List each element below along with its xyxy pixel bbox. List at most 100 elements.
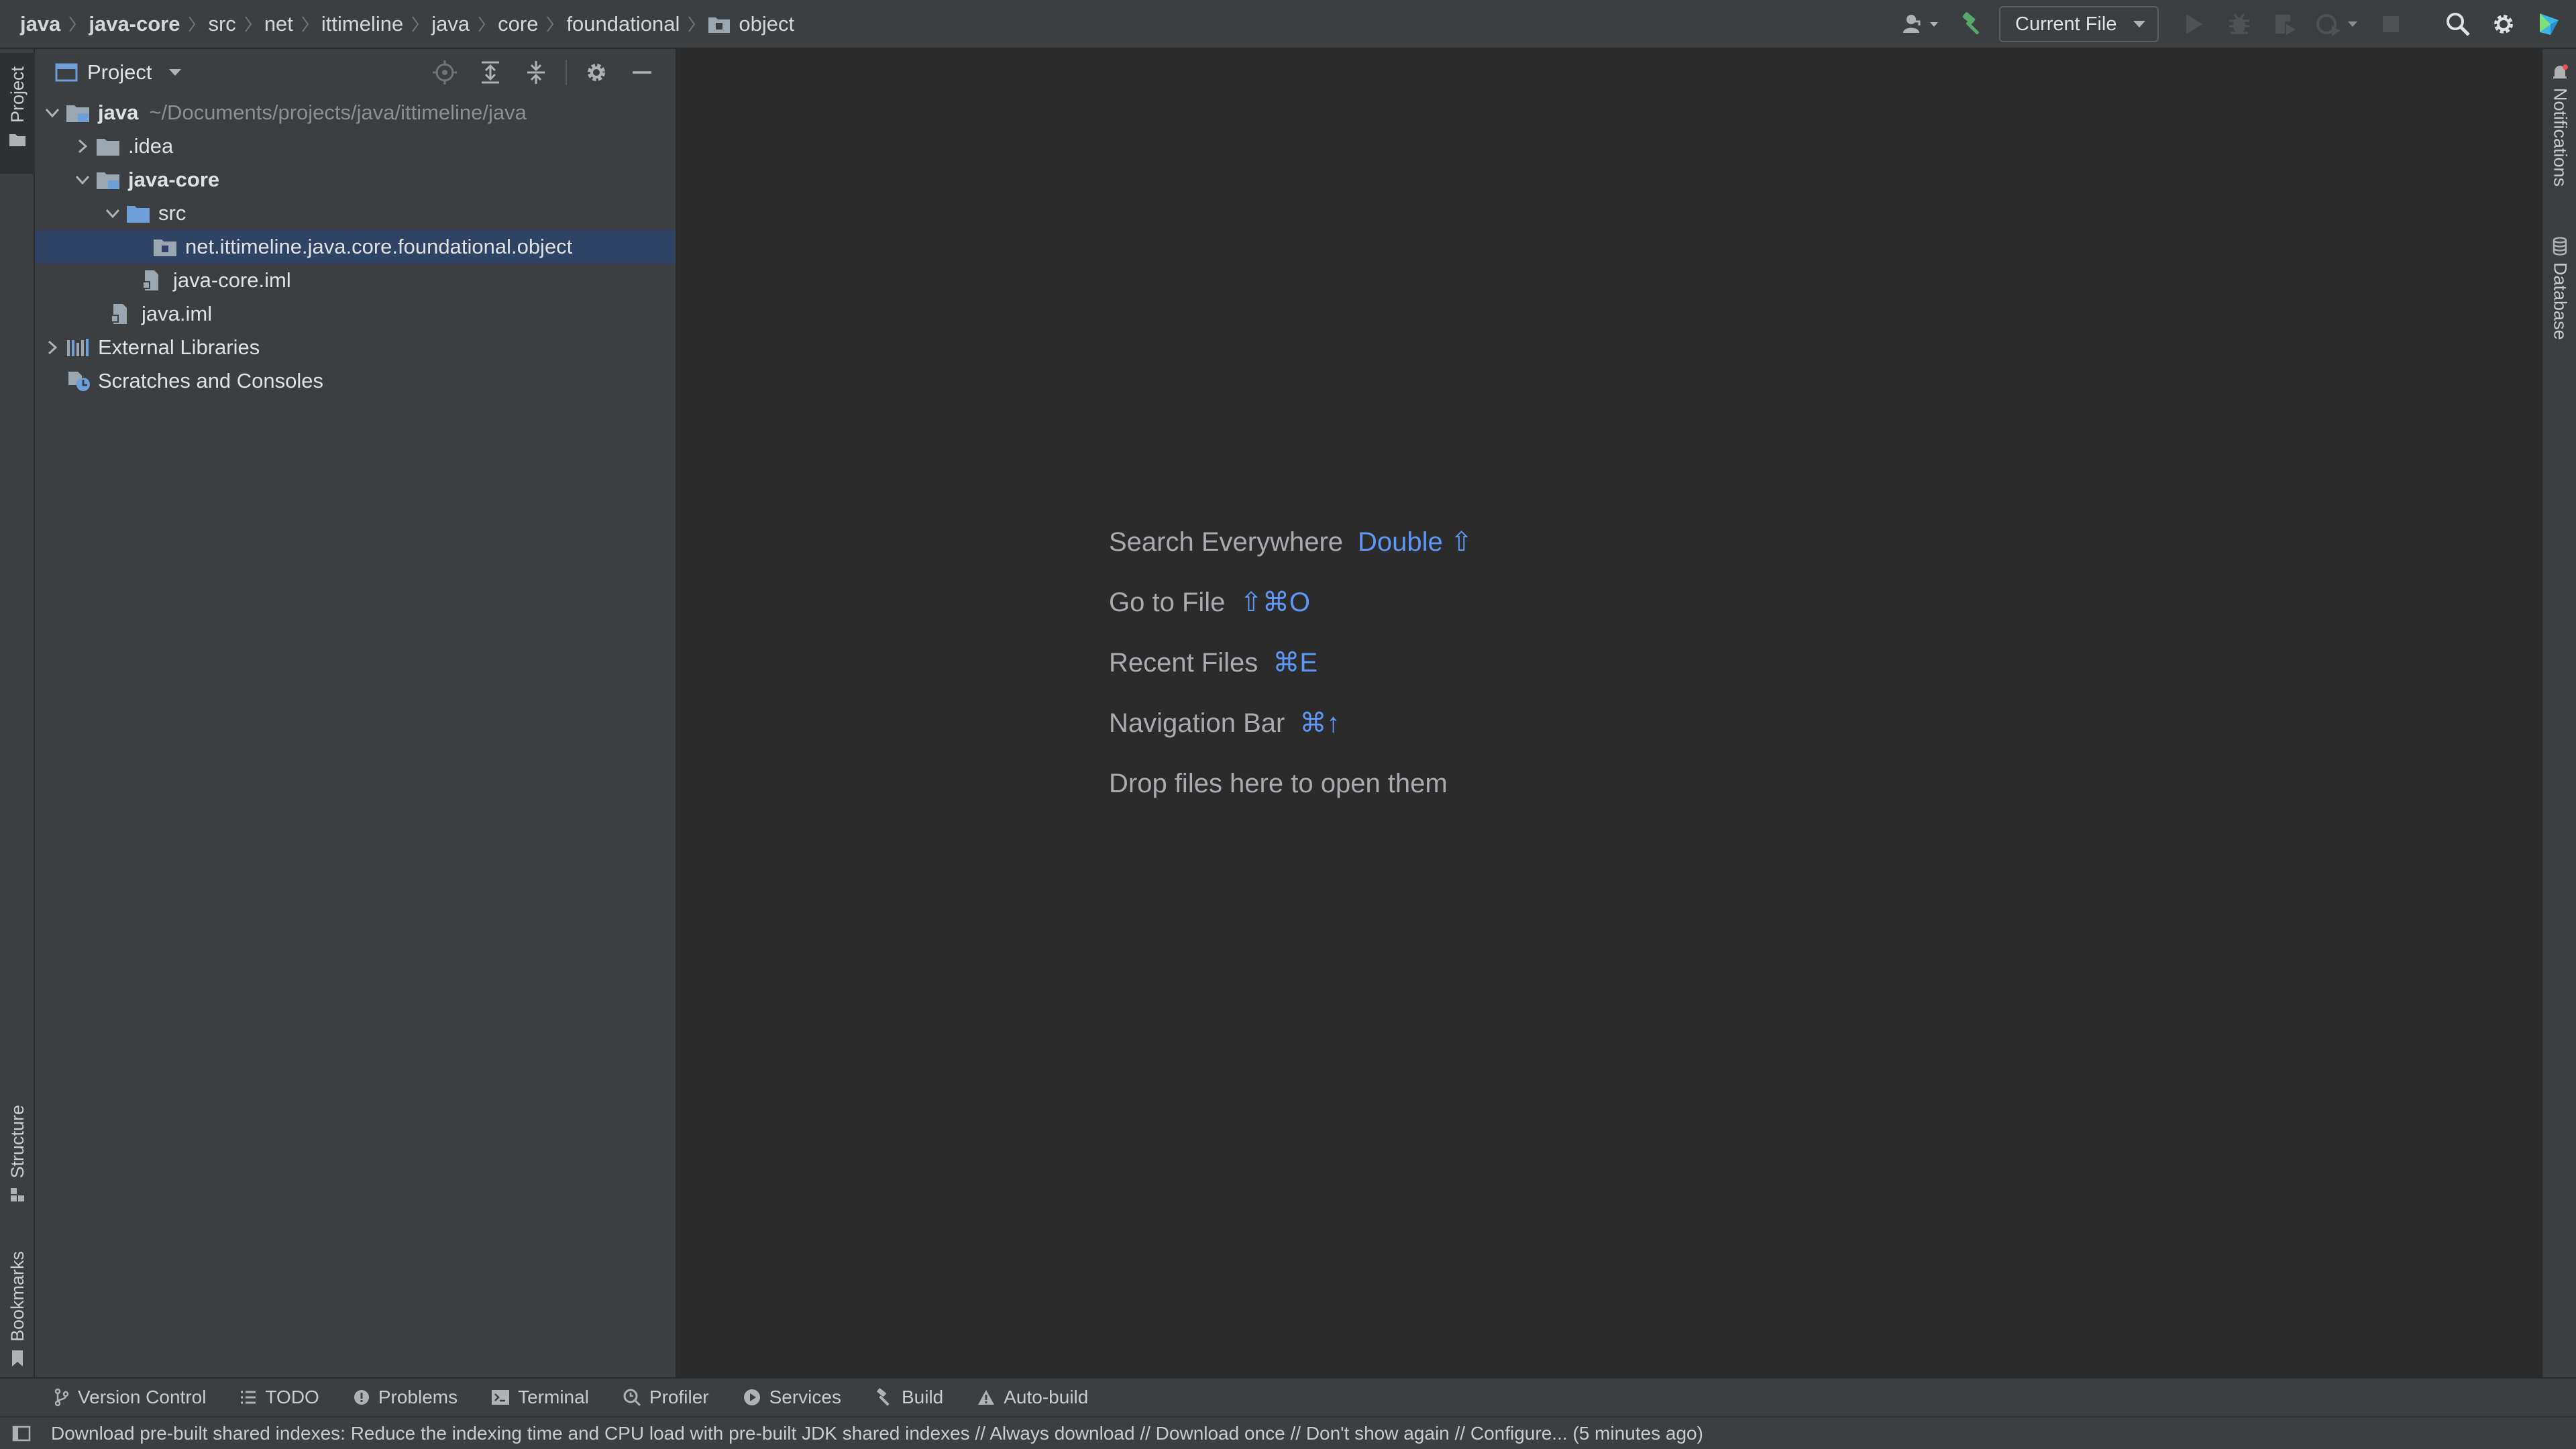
locate-icon[interactable] (427, 55, 463, 90)
tool-tab-database[interactable]: Database (2542, 237, 2576, 371)
chevron-right-icon (244, 14, 252, 34)
settings-icon[interactable] (2486, 7, 2521, 42)
tool-tab-problems[interactable]: Problems (353, 1387, 458, 1408)
minimize-icon[interactable] (624, 55, 660, 90)
tool-tab-terminal[interactable]: Terminal (491, 1387, 589, 1408)
breadcrumb-item-core[interactable]: core (498, 12, 566, 36)
breadcrumb-item-java-package[interactable]: java (431, 12, 498, 36)
breadcrumb-item-object[interactable]: object (708, 12, 794, 36)
tree-item-scratches[interactable]: Scratches and Consoles (35, 364, 676, 398)
tree-item-package[interactable]: net.ittimeline.java.core.foundational.ob… (35, 230, 676, 264)
breadcrumb-item-java-core[interactable]: java-core (89, 12, 208, 36)
tool-tab-project[interactable]: Project (0, 53, 35, 174)
breadcrumb-label: object (739, 12, 795, 36)
folder-icon (708, 15, 731, 34)
right-tool-strip: Notifications Database (2541, 49, 2576, 1377)
tool-tab-todo[interactable]: TODO (239, 1387, 319, 1408)
tool-tab-structure[interactable]: Structure (0, 1082, 35, 1203)
expand-all-icon[interactable] (472, 55, 508, 90)
tool-tab-profiler[interactable]: Profiler (623, 1387, 709, 1408)
status-message[interactable]: Download pre-built shared indexes: Reduc… (51, 1423, 1703, 1444)
toolbar-separator (566, 60, 567, 85)
tree-item-label: External Libraries (98, 335, 260, 359)
tool-tab-label: Problems (378, 1387, 458, 1407)
tool-tab-label: Database (2550, 262, 2571, 340)
breadcrumb-label: foundational (566, 12, 680, 36)
stop-icon[interactable] (2373, 7, 2408, 42)
chevron-right-icon[interactable] (69, 129, 96, 163)
problems-icon (353, 1389, 370, 1406)
tree-item-java-core-iml[interactable]: java-core.iml (35, 264, 676, 297)
chevron-down-icon[interactable] (99, 197, 126, 230)
chevron-down-icon (168, 68, 182, 77)
chevron-down-icon[interactable] (69, 163, 96, 197)
hint-shortcut: ⌘E (1273, 648, 1318, 678)
breadcrumb-item-java[interactable]: java (20, 12, 89, 36)
project-view-selector[interactable]: Project (55, 60, 182, 85)
tree-item-java-core[interactable]: java-core (35, 163, 676, 197)
tree-item-label: java-core.iml (173, 268, 291, 292)
breadcrumb-item-net[interactable]: net (264, 12, 321, 36)
folder-icon (9, 132, 26, 147)
project-panel-header: Project (35, 49, 676, 96)
hint-go-to-file: Go to File ⇧⌘O (1109, 572, 1472, 633)
left-tool-strip: Project Structure Bookmarks (0, 49, 35, 1377)
toggle-tool-windows-icon[interactable] (12, 1424, 31, 1443)
status-bar: Download pre-built shared indexes: Reduc… (0, 1416, 2576, 1449)
chevron-right-icon (688, 14, 696, 34)
chevron-right-icon (68, 14, 76, 34)
tool-tab-services[interactable]: Services (743, 1387, 841, 1408)
collapse-all-icon[interactable] (518, 55, 554, 90)
list-icon (239, 1389, 257, 1405)
coverage-icon[interactable] (2267, 7, 2302, 42)
hint-label: Recent Files (1109, 647, 1258, 678)
tree-item-label: Scratches and Consoles (98, 369, 324, 392)
profiler-icon (623, 1388, 641, 1407)
hammer-icon[interactable] (1955, 7, 1990, 42)
breadcrumb-item-src[interactable]: src (208, 12, 264, 36)
chevron-down-icon (2132, 19, 2147, 29)
structure-icon (9, 1187, 25, 1203)
chevron-right-icon[interactable] (39, 331, 66, 364)
tree-item-java-iml[interactable]: java.iml (35, 297, 676, 331)
tool-tab-build[interactable]: Build (875, 1387, 943, 1408)
run-config-label: Current File (2015, 13, 2117, 35)
tool-tab-notifications[interactable]: Notifications (2542, 64, 2576, 211)
jetbrains-ai-icon[interactable] (2532, 7, 2567, 42)
tool-tab-version-control[interactable]: Version Control (54, 1387, 206, 1408)
hint-drop-files: Drop files here to open them (1109, 753, 1472, 814)
scratches-icon (66, 364, 94, 398)
tool-tab-label: Structure (7, 1105, 28, 1179)
tree-item-java[interactable]: java ~/Documents/projects/java/ittimelin… (35, 96, 676, 129)
terminal-icon (491, 1389, 510, 1405)
gear-icon[interactable] (578, 55, 614, 90)
hint-recent-files: Recent Files ⌘E (1109, 633, 1472, 693)
tree-item-label: src (158, 201, 186, 225)
run-icon[interactable] (2176, 7, 2211, 42)
tool-tab-label: Profiler (649, 1387, 709, 1407)
tree-item-label: java (98, 101, 139, 124)
project-panel-toolbar (422, 49, 665, 96)
search-icon[interactable] (2440, 7, 2475, 42)
editor-hints: Search Everywhere Double ⇧ Go to File ⇧⌘… (1109, 512, 1472, 814)
tool-tab-bookmarks[interactable]: Bookmarks (0, 1233, 35, 1367)
debug-icon[interactable] (2222, 7, 2257, 42)
source-folder-icon (126, 197, 154, 230)
profile-icon[interactable] (2313, 7, 2363, 42)
chevron-down-icon[interactable] (39, 96, 66, 129)
tree-item-idea[interactable]: .idea (35, 129, 676, 163)
hint-label: Drop files here to open them (1109, 768, 1448, 798)
hammer-icon (875, 1388, 894, 1407)
breadcrumb-item-ittimeline[interactable]: ittimeline (321, 12, 431, 36)
breadcrumb-item-foundational[interactable]: foundational (566, 12, 708, 36)
tree-item-label: .idea (128, 134, 174, 158)
iml-file-icon (109, 297, 138, 331)
run-configuration-selector[interactable]: Current File (1999, 6, 2159, 42)
warning-icon (977, 1389, 996, 1406)
tree-item-external-libraries[interactable]: External Libraries (35, 331, 676, 364)
tool-tab-auto-build[interactable]: Auto-build (977, 1387, 1088, 1408)
tool-tab-label: Auto-build (1004, 1387, 1089, 1407)
editor-empty-area[interactable]: Search Everywhere Double ⇧ Go to File ⇧⌘… (680, 49, 2541, 1377)
tree-item-src[interactable]: src (35, 197, 676, 230)
user-icon[interactable] (1897, 7, 1944, 42)
